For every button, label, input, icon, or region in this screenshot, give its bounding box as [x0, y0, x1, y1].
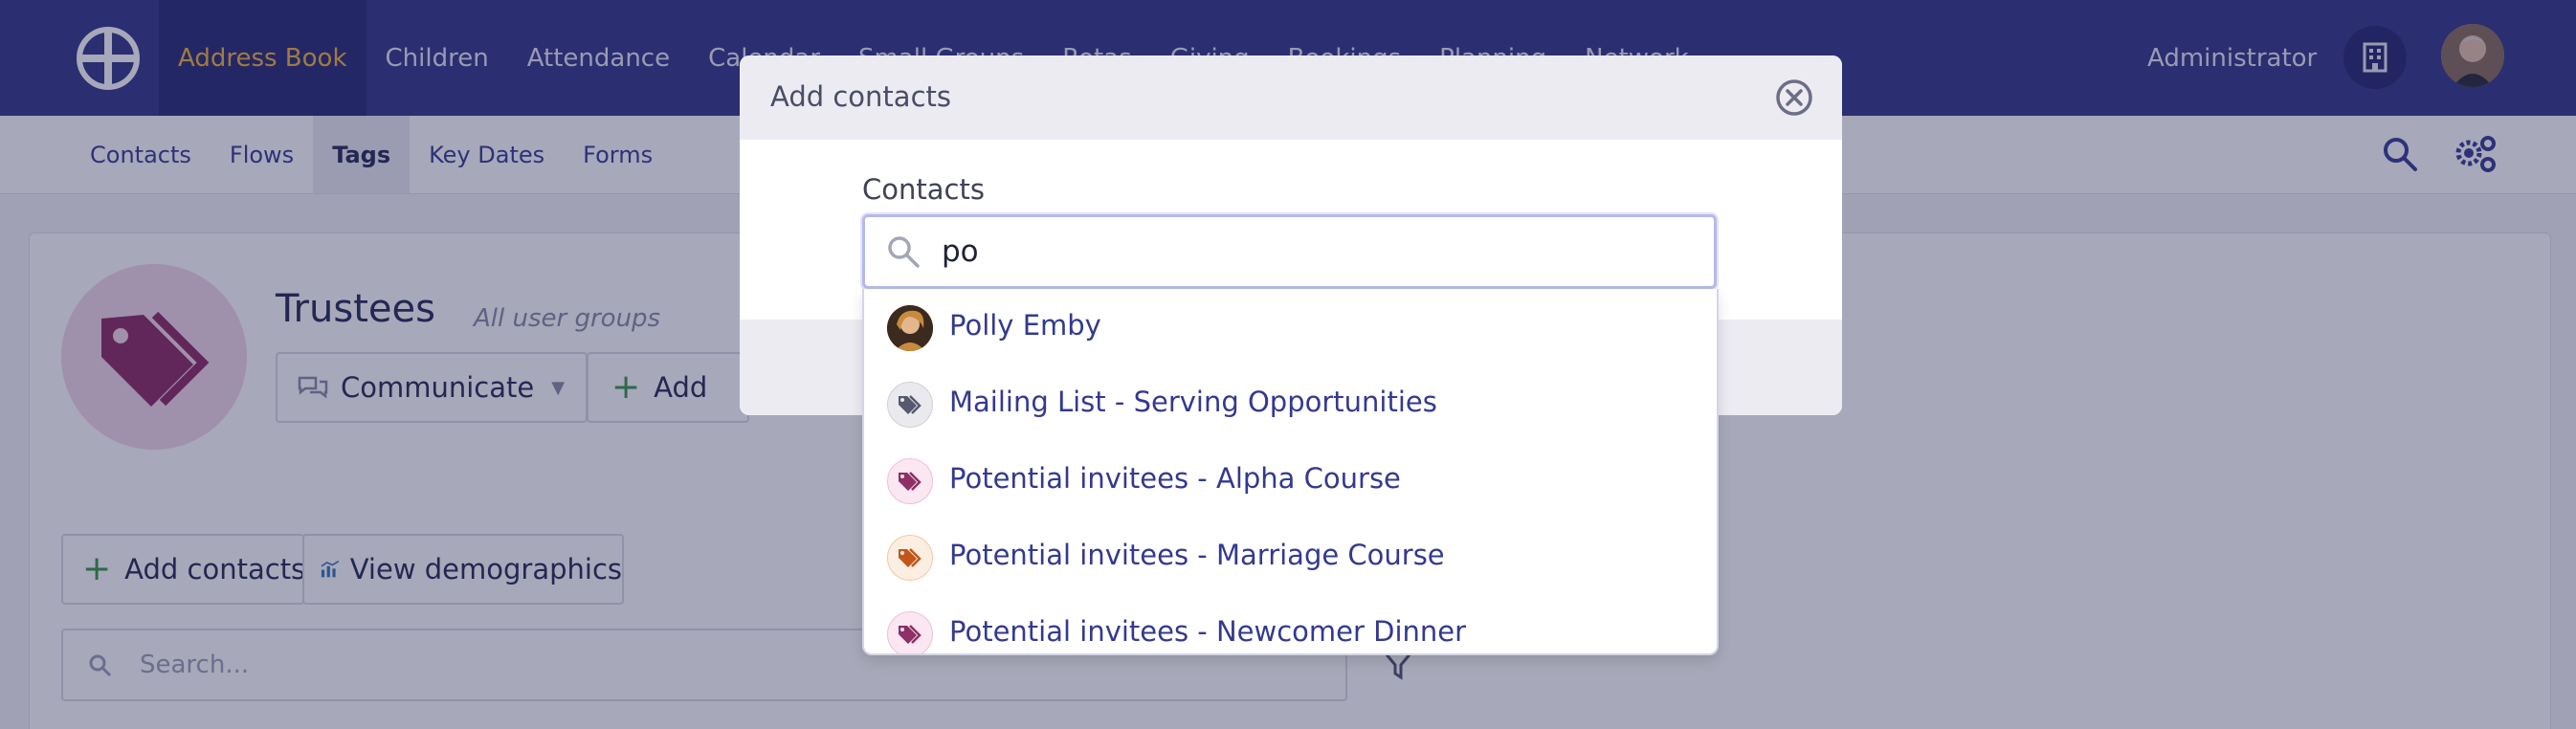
- autocomplete-option[interactable]: Potential invitees - Marriage Course: [864, 519, 1717, 595]
- autocomplete-option[interactable]: Potential invitees - Alpha Course: [864, 442, 1717, 519]
- close-icon[interactable]: [1773, 77, 1815, 119]
- tag-icon: [887, 458, 933, 504]
- option-label: Polly Emby: [949, 309, 1101, 342]
- contacts-field-label: Contacts: [862, 173, 985, 206]
- autocomplete-option[interactable]: Mailing List - Serving Opportunities: [864, 365, 1717, 442]
- tag-icon: [887, 535, 933, 581]
- contacts-search-value: po: [942, 234, 979, 269]
- contacts-search-field[interactable]: po: [862, 214, 1717, 289]
- autocomplete-option[interactable]: Polly Emby: [864, 289, 1717, 365]
- autocomplete-option[interactable]: Potential invitees - Newcomer Dinner: [864, 595, 1717, 653]
- contacts-autocomplete-dropdown: Polly Emby Mailing List - Serving Opport…: [862, 289, 1719, 655]
- modal-header: Add contacts: [740, 55, 1842, 140]
- modal-title: Add contacts: [770, 80, 951, 113]
- option-label: Potential invitees - Alpha Course: [949, 462, 1401, 495]
- option-label: Mailing List - Serving Opportunities: [949, 386, 1437, 418]
- search-icon: [888, 236, 920, 268]
- option-label: Potential invitees - Newcomer Dinner: [949, 615, 1467, 648]
- tag-icon: [887, 382, 933, 428]
- option-label: Potential invitees - Marriage Course: [949, 539, 1445, 571]
- person-avatar: [887, 305, 933, 351]
- tag-icon: [887, 611, 933, 653]
